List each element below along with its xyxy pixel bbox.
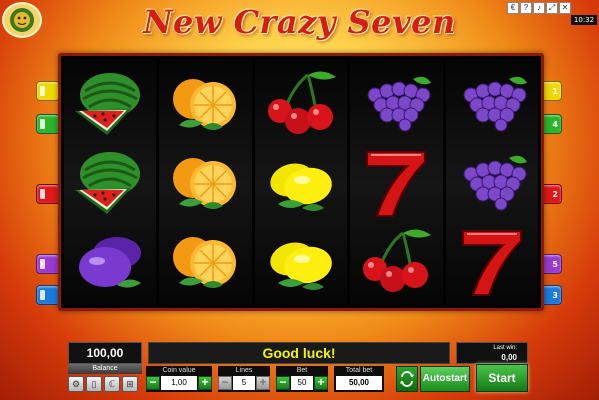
paytable-icon[interactable]: ▯ — [86, 376, 102, 392]
line-marker-5-left[interactable] — [36, 254, 60, 274]
lemon-symbol — [255, 144, 347, 220]
coin-value-control: Coin value − 1,00 + — [146, 366, 212, 392]
cycle-icon — [400, 371, 414, 387]
orange-symbol — [159, 223, 251, 299]
bet-minus-button[interactable]: − — [276, 376, 290, 390]
grapes-symbol — [446, 144, 538, 220]
close-icon[interactable]: ✕ — [559, 2, 571, 14]
utility-buttons: ⚙ ▯ ℂ ⊞ — [68, 376, 138, 392]
reel-3 — [254, 59, 348, 305]
last-win-value: 0,00 — [501, 353, 517, 362]
line-marker-1-left[interactable] — [36, 81, 60, 101]
line-pip — [40, 86, 45, 96]
orange-symbol — [159, 144, 251, 220]
seven-symbol — [446, 223, 538, 299]
grapes-symbol — [446, 65, 538, 141]
total-bet-label: Total bet — [345, 367, 373, 374]
status-message: Good luck! — [148, 342, 450, 364]
reel-2 — [159, 59, 252, 305]
line-marker-4-left[interactable] — [36, 114, 60, 134]
coin-value-minus-button[interactable]: − — [146, 376, 160, 390]
bet-plus-button[interactable]: + — [314, 376, 328, 390]
line-number: 1 — [552, 86, 558, 96]
watermelon-symbol — [64, 144, 156, 220]
reels-area — [58, 53, 544, 311]
fullscreen-icon[interactable]: ⤢ — [546, 2, 558, 14]
orange-symbol — [159, 65, 251, 141]
lines-value: 5 — [233, 376, 255, 390]
bet-control: Bet − 50 + — [276, 366, 328, 392]
sound-icon[interactable]: ♪ — [533, 2, 545, 14]
total-bet-box: Total bet 50,00 — [334, 366, 384, 392]
settings-icon[interactable]: ⚙ — [68, 376, 84, 392]
line-number: 2 — [552, 189, 558, 199]
balance-value: 100,00 — [68, 342, 142, 364]
line-pip — [40, 259, 45, 269]
line-pip — [40, 290, 45, 300]
last-win-box: Last win: 0,00 — [456, 342, 528, 364]
lines-control: Lines − 5 + — [218, 366, 270, 392]
autostart-button[interactable]: Autostart — [420, 366, 470, 392]
clock: 10:32 — [571, 15, 597, 25]
line-pip — [40, 189, 45, 199]
start-button[interactable]: Start — [476, 364, 528, 392]
plum-symbol — [64, 223, 156, 299]
gamble-icon[interactable]: ℂ — [104, 376, 120, 392]
bet-value: 50 — [291, 376, 313, 390]
lines-minus-button[interactable]: − — [218, 376, 232, 390]
lemon-symbol — [255, 223, 347, 299]
currency-icon[interactable]: € — [507, 2, 519, 14]
autoplay-cycle-button[interactable] — [396, 366, 418, 392]
line-number: 4 — [552, 119, 558, 129]
balance-label: Balance — [68, 364, 142, 374]
quickspin-icon[interactable]: ⊞ — [122, 376, 138, 392]
control-panel: 100,00 Balance ⚙ ▯ ℂ ⊞ Good luck! Last w… — [60, 338, 589, 398]
reel-4 — [350, 59, 443, 305]
line-marker-3-left[interactable] — [36, 285, 60, 305]
grapes-symbol — [350, 65, 442, 141]
line-pip — [40, 119, 45, 129]
cherry-symbol — [350, 223, 442, 299]
lines-label: Lines — [235, 367, 253, 374]
line-number: 5 — [552, 259, 558, 269]
last-win-label: Last win: — [493, 345, 517, 351]
reel-1 — [64, 59, 157, 305]
watermelon-symbol — [64, 65, 156, 141]
line-marker-2-left[interactable] — [36, 184, 60, 204]
total-bet-value: 50,00 — [336, 376, 382, 390]
system-toolbar: € ? ♪ ⤢ ✕ — [507, 2, 571, 14]
coin-value-plus-button[interactable]: + — [198, 376, 212, 390]
lines-plus-button[interactable]: + — [256, 376, 270, 390]
coin-value: 1,00 — [161, 376, 197, 390]
bet-label: Bet — [296, 367, 308, 374]
seven-symbol — [350, 144, 442, 220]
help-icon[interactable]: ? — [520, 2, 532, 14]
reel-5 — [445, 59, 539, 305]
line-number: 3 — [552, 290, 558, 300]
cherry-symbol — [255, 65, 347, 141]
coin-value-label: Coin value — [162, 367, 196, 374]
